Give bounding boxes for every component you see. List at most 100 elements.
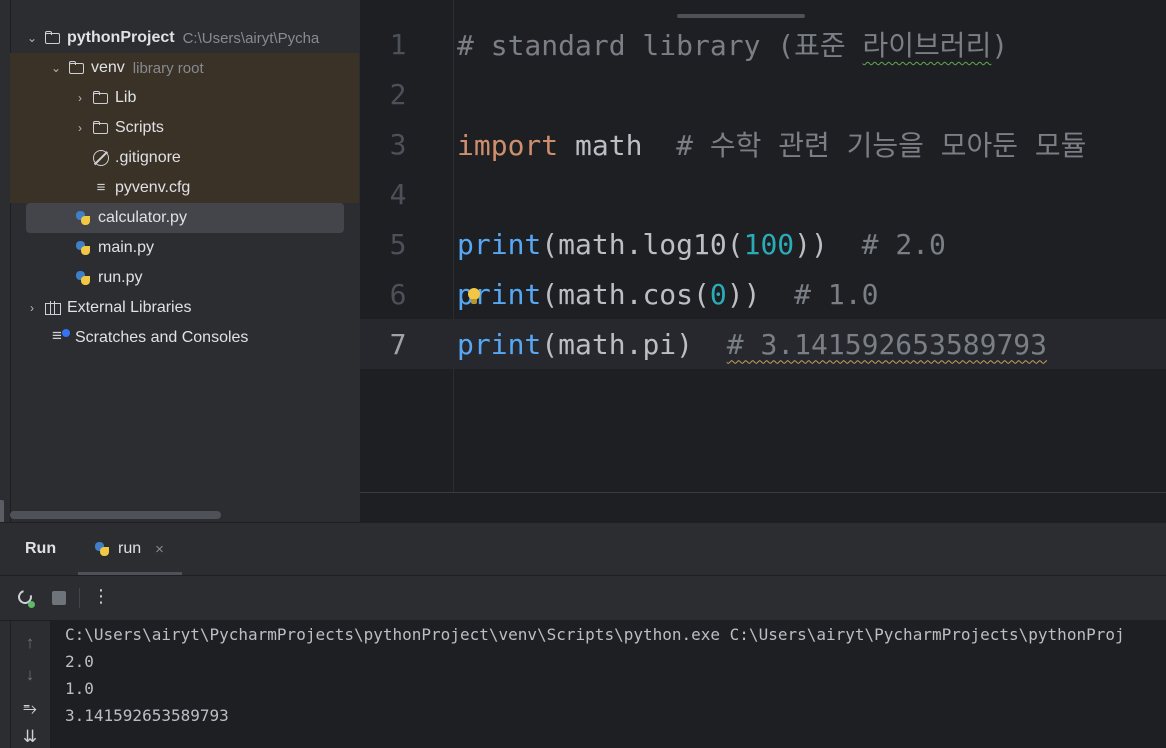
- chevron-down-icon[interactable]: ⌄: [48, 61, 64, 75]
- code-line[interactable]: 1 # standard library (표준 라이브러리): [360, 19, 1166, 69]
- line-number: 3: [389, 127, 407, 161]
- gitignore-label: .gitignore: [115, 149, 181, 166]
- code-text: (math.pi): [541, 327, 694, 361]
- tree-node-external-libraries[interactable]: › External Libraries: [10, 293, 359, 323]
- scratches-icon: [52, 326, 70, 347]
- stripe-handle[interactable]: [0, 500, 4, 522]
- code-line[interactable]: 4: [360, 169, 1166, 219]
- tree-node-run[interactable]: run.py: [10, 263, 359, 293]
- run-tab-label: run: [118, 540, 142, 557]
- config-file-icon: ≡: [96, 179, 106, 196]
- editor-tab-strip: [360, 0, 1166, 18]
- library-icon: [44, 299, 62, 317]
- venv-label: venv: [91, 59, 125, 76]
- module-name: math: [558, 129, 643, 162]
- line-number: 4: [389, 177, 407, 211]
- line-number: 2: [389, 77, 407, 111]
- folder-icon: [44, 29, 62, 47]
- line-number: 6: [389, 277, 407, 311]
- scratches-label: Scratches and Consoles: [75, 329, 249, 346]
- code-text: (math.cos(: [541, 277, 710, 311]
- horizontal-scrollbar[interactable]: [10, 511, 221, 519]
- arrow-down-icon[interactable]: ↓: [20, 665, 40, 685]
- stop-button[interactable]: [52, 591, 66, 605]
- file-label: run.py: [98, 269, 143, 286]
- keyword-import: import: [457, 129, 559, 162]
- run-tool-window: Run run × ⋮ ↑ ↓ ⥱ ⇊ C:\Users\airyt\Pycha…: [0, 522, 1166, 748]
- console-output-line: 2.0: [65, 652, 94, 671]
- number-literal: 100: [743, 227, 795, 261]
- function-print: print: [457, 327, 542, 361]
- project-path: C:\Users\airyt\Pycha: [182, 29, 320, 47]
- console-output-line: 1.0: [65, 679, 94, 698]
- line-number: 7: [389, 327, 407, 361]
- external-libraries-label: External Libraries: [67, 299, 192, 316]
- tree-node-pyvenv[interactable]: ≡ pyvenv.cfg: [10, 173, 359, 203]
- tree-node-main[interactable]: main.py: [10, 233, 359, 263]
- tree-node-scratches[interactable]: Scratches and Consoles: [10, 323, 359, 353]
- code-line[interactable]: 3 import math # 수학 관련 기능을 모아둔 모듈: [360, 119, 1166, 169]
- file-label: calculator.py: [98, 209, 187, 226]
- python-file-icon: [75, 240, 91, 256]
- tree-node-lib[interactable]: › Lib: [10, 83, 359, 113]
- tree-node-calculator[interactable]: calculator.py: [26, 203, 344, 233]
- run-config-tab[interactable]: run ×: [94, 540, 164, 558]
- close-icon[interactable]: ×: [155, 541, 164, 558]
- python-file-icon: [75, 270, 91, 286]
- project-tool-window: ⌄ pythonProject C:\Users\airyt\Pycha ⌄ v…: [0, 0, 359, 522]
- comment: # 2.0: [827, 227, 946, 261]
- typo-highlight: 라이브러리: [862, 29, 992, 62]
- comment: # standard library (표준: [457, 29, 863, 62]
- number-literal: 0: [709, 277, 727, 311]
- project-name: pythonProject: [67, 29, 175, 46]
- code-line[interactable]: 2: [360, 69, 1166, 119]
- scroll-to-end-icon[interactable]: ⇊: [20, 727, 40, 747]
- lightbulb-icon[interactable]: [467, 288, 481, 306]
- chevron-right-icon[interactable]: ›: [72, 91, 88, 105]
- console-command-line: C:\Users\airyt\PycharmProjects\pythonPro…: [65, 625, 1125, 644]
- tree-node-venv[interactable]: ⌄ venv library root: [10, 53, 359, 83]
- folder-icon: [68, 59, 86, 77]
- arrow-up-icon[interactable]: ↑: [20, 633, 40, 653]
- code-text: )): [794, 227, 828, 261]
- line-number: 5: [389, 227, 407, 261]
- code-line-current[interactable]: 7 print(math.pi) # 3.141592653589793: [360, 319, 1166, 369]
- code-editor[interactable]: 1 # standard library (표준 라이브러리) 2 3 impo…: [359, 0, 1166, 522]
- function-print: print: [457, 227, 542, 261]
- console-side-toolbar: ↑ ↓ ⥱ ⇊: [10, 621, 50, 748]
- chevron-down-icon[interactable]: ⌄: [24, 31, 40, 45]
- chevron-right-icon[interactable]: ›: [72, 121, 88, 135]
- python-file-icon: [94, 541, 110, 557]
- run-panel-title: Run: [25, 540, 57, 557]
- soft-wrap-icon[interactable]: ⥱: [20, 699, 40, 719]
- console-output[interactable]: C:\Users\airyt\PycharmProjects\pythonPro…: [50, 621, 1166, 748]
- tree-node-scripts[interactable]: › Scripts: [10, 113, 359, 143]
- comment: # 1.0: [760, 277, 879, 311]
- folder-icon: [92, 119, 110, 137]
- editor-bottom-border: [360, 492, 1166, 493]
- code-text: )): [726, 277, 761, 311]
- line-number: 1: [389, 27, 407, 61]
- rerun-button[interactable]: [15, 587, 36, 608]
- python-file-icon: [75, 210, 91, 226]
- console-output-line: 3.141592653589793: [65, 706, 229, 725]
- ignored-file-icon: [92, 149, 110, 167]
- file-label: main.py: [98, 239, 155, 256]
- chevron-right-icon[interactable]: ›: [24, 301, 40, 315]
- comment-spacing: [693, 328, 727, 361]
- more-options-icon[interactable]: ⋮: [92, 585, 110, 607]
- library-root-tag: library root: [132, 59, 204, 77]
- pyvenv-label: pyvenv.cfg: [115, 179, 191, 196]
- active-tab-indicator: [677, 14, 805, 18]
- tree-node-gitignore[interactable]: .gitignore: [10, 143, 359, 173]
- code-text: (math.log10(: [541, 227, 744, 261]
- tree-node-project-root[interactable]: ⌄ pythonProject C:\Users\airyt\Pycha: [10, 23, 359, 53]
- comment: ): [991, 29, 1009, 62]
- code-line[interactable]: 5 print(math.log10(100)) # 2.0: [360, 219, 1166, 269]
- folder-icon: [92, 89, 110, 107]
- comment-with-warning: # 3.141592653589793: [726, 327, 1048, 361]
- comment: # 수학 관련 기능을 모아둔 모듈: [642, 129, 1087, 162]
- toolbar-separator: [79, 588, 80, 608]
- run-toolbar: ⋮: [0, 576, 1166, 620]
- lib-label: Lib: [115, 89, 137, 106]
